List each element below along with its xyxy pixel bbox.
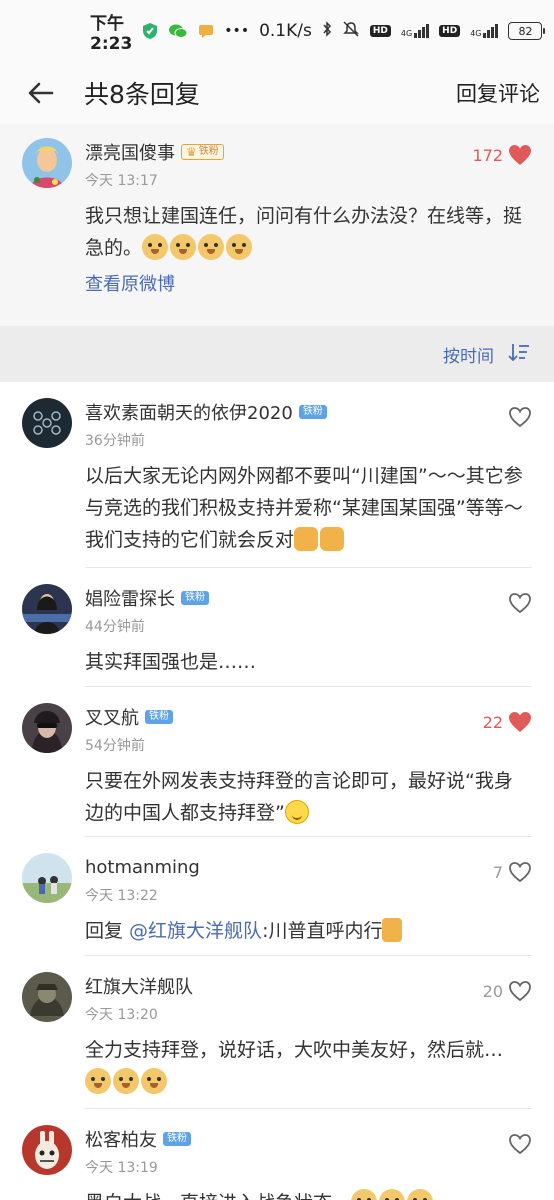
fan-badge: 铁粉 — [163, 1132, 191, 1146]
username[interactable]: 喜欢素面朝天的依伊2020 — [85, 399, 293, 425]
reply-time: 54分钟前 — [85, 738, 145, 754]
heart-outline-icon — [509, 1134, 531, 1155]
like-button[interactable] — [508, 592, 532, 618]
reply-time: 36分钟前 — [85, 433, 145, 449]
reply-text: 回复 @红旗大洋舰队:川普直呼内行 — [85, 915, 524, 947]
status-time: 下午2:23 — [90, 13, 133, 54]
heart-filled-icon — [509, 712, 531, 732]
reply-item: 娼险雷探长 铁粉 44分钟前 其实拜国强也是…… — [0, 568, 554, 686]
like-count: 172 — [472, 145, 503, 165]
crown-icon: ♛ — [186, 145, 197, 159]
doge-emoji-icon — [170, 234, 197, 260]
avatar[interactable] — [22, 138, 72, 188]
fan-badge: 铁粉 — [298, 405, 327, 419]
back-arrow-icon[interactable] — [24, 76, 58, 110]
reply-item: 松客柏友 铁粉 今天 13:19 黑白大战，直接进入战争状态。 — [0, 1109, 554, 1200]
muscle-emoji-icon — [320, 527, 345, 551]
reply-text: 全力支持拜登，说好话，大吹中美友好，然后就… — [85, 1034, 524, 1098]
doge-emoji-icon — [142, 234, 169, 260]
heart-outline-icon — [509, 981, 531, 1002]
smile-emoji-icon — [284, 800, 309, 824]
more-dots-icon: ••• — [224, 23, 250, 39]
fan-badge: 铁粉 — [181, 591, 209, 605]
sort-icon[interactable] — [508, 342, 530, 366]
like-button[interactable]: 20 — [483, 980, 532, 1002]
wechat-icon — [168, 23, 188, 39]
like-count: 7 — [492, 862, 503, 882]
doge-emoji-icon — [351, 1189, 378, 1200]
network-speed: 0.1K/s — [259, 21, 312, 41]
page-title: 共8条回复 — [84, 80, 200, 109]
sort-by-time-button[interactable]: 按时间 — [443, 342, 494, 367]
like-count: 20 — [482, 981, 503, 1001]
mute-icon — [342, 20, 360, 43]
reply-text: 其实拜国强也是…… — [85, 651, 257, 673]
bluetooth-icon — [322, 20, 332, 42]
like-button[interactable] — [508, 406, 532, 432]
nav-bar: 共8条回复 回复评论 — [0, 62, 554, 124]
doge-emoji-icon — [113, 1068, 139, 1094]
username[interactable]: 娼险雷探长 — [85, 585, 175, 611]
original-comment: 漂亮国傻事 ♛ 铁粉 今天 13:17 172 我只想让建国连任，问问有什么办法没… — [0, 124, 554, 326]
username[interactable]: hotmanming — [85, 857, 200, 878]
like-control[interactable]: 172 — [472, 144, 532, 166]
like-count: 22 — [482, 712, 503, 732]
reply-text: 只要在外网发表支持拜登的言论即可，最好说“我身边的中国人都支持拜登” — [85, 770, 513, 824]
view-original-link[interactable]: 查看原微博 — [85, 270, 175, 296]
heart-filled-icon — [509, 145, 531, 165]
fan-badge: 铁粉 — [145, 710, 173, 724]
shield-icon — [142, 22, 158, 40]
reply-item: 红旗大洋舰队 今天 13:20 20 全力支持拜登，说好话，大吹中美友好，然后就… — [0, 956, 554, 1108]
battery-indicator: 82 — [508, 22, 546, 40]
doge-emoji-icon — [141, 1068, 167, 1094]
mention-link[interactable]: @红旗大洋舰队 — [129, 920, 262, 942]
signal-icon-2: 4G — [470, 24, 499, 38]
like-button[interactable]: 7 — [493, 861, 532, 883]
heart-outline-icon — [509, 407, 531, 428]
avatar[interactable] — [22, 398, 72, 448]
sort-bar: 按时间 — [0, 326, 554, 382]
reply-item: 叉叉航 铁粉 54分钟前 22 只要在外网发表支持拜登的言论即可，最好说“我身边… — [0, 687, 554, 836]
comment-time: 今天 13:17 — [85, 173, 158, 189]
doge-emoji-icon — [379, 1189, 406, 1200]
reply-time: 今天 13:20 — [85, 1007, 158, 1023]
username[interactable]: 红旗大洋舰队 — [85, 973, 193, 999]
doge-emoji-icon — [407, 1189, 434, 1200]
doge-emoji-icon — [198, 234, 225, 260]
avatar[interactable] — [22, 1125, 72, 1175]
muscle-emoji-icon — [294, 527, 319, 551]
doge-emoji-icon — [226, 234, 253, 260]
reply-time: 今天 13:22 — [85, 888, 158, 904]
avatar[interactable] — [22, 584, 72, 634]
username[interactable]: 漂亮国傻事 — [85, 139, 175, 165]
fan-badge: ♛ 铁粉 — [181, 144, 224, 160]
reply-item: hotmanming 今天 13:22 7 回复 @红旗大洋舰队:川普直呼内行 — [0, 837, 554, 955]
avatar[interactable] — [22, 972, 72, 1022]
hd-badge-1: HD — [369, 25, 391, 37]
comment-text: 我只想让建国连任，问问有什么办法没？在线等，挺急的。 — [85, 205, 523, 260]
like-button[interactable] — [508, 1133, 532, 1159]
reply-comment-button[interactable]: 回复评论 — [456, 78, 540, 108]
message-icon — [198, 24, 214, 38]
thumbs-up-emoji-icon — [382, 918, 403, 942]
hd-badge-2: HD — [439, 25, 461, 37]
avatar[interactable] — [22, 853, 72, 903]
status-bar: 下午2:23 ••• 0.1K/s HD 4G HD 4G 82 — [0, 0, 554, 62]
reply-time: 44分钟前 — [85, 619, 145, 635]
like-button[interactable]: 22 — [483, 711, 532, 733]
reply-item: 喜欢素面朝天的依伊2020 铁粉 36分钟前 以后大家无论内网外网都不要叫“川建… — [0, 382, 554, 567]
username[interactable]: 叉叉航 — [85, 704, 139, 730]
signal-icon-1: 4G — [401, 24, 430, 38]
heart-outline-icon — [509, 593, 531, 614]
reply-text: 以后大家无论内网外网都不要叫“川建国”～～其它参与竞选的我们积极支持并爱称“某建… — [85, 465, 523, 551]
heart-outline-icon — [509, 862, 531, 883]
reply-time: 今天 13:19 — [85, 1160, 158, 1176]
username[interactable]: 松客柏友 — [85, 1126, 157, 1152]
reply-text: 黑白大战，直接进入战争状态。 — [85, 1187, 524, 1200]
avatar[interactable] — [22, 703, 72, 753]
doge-emoji-icon — [85, 1068, 111, 1094]
